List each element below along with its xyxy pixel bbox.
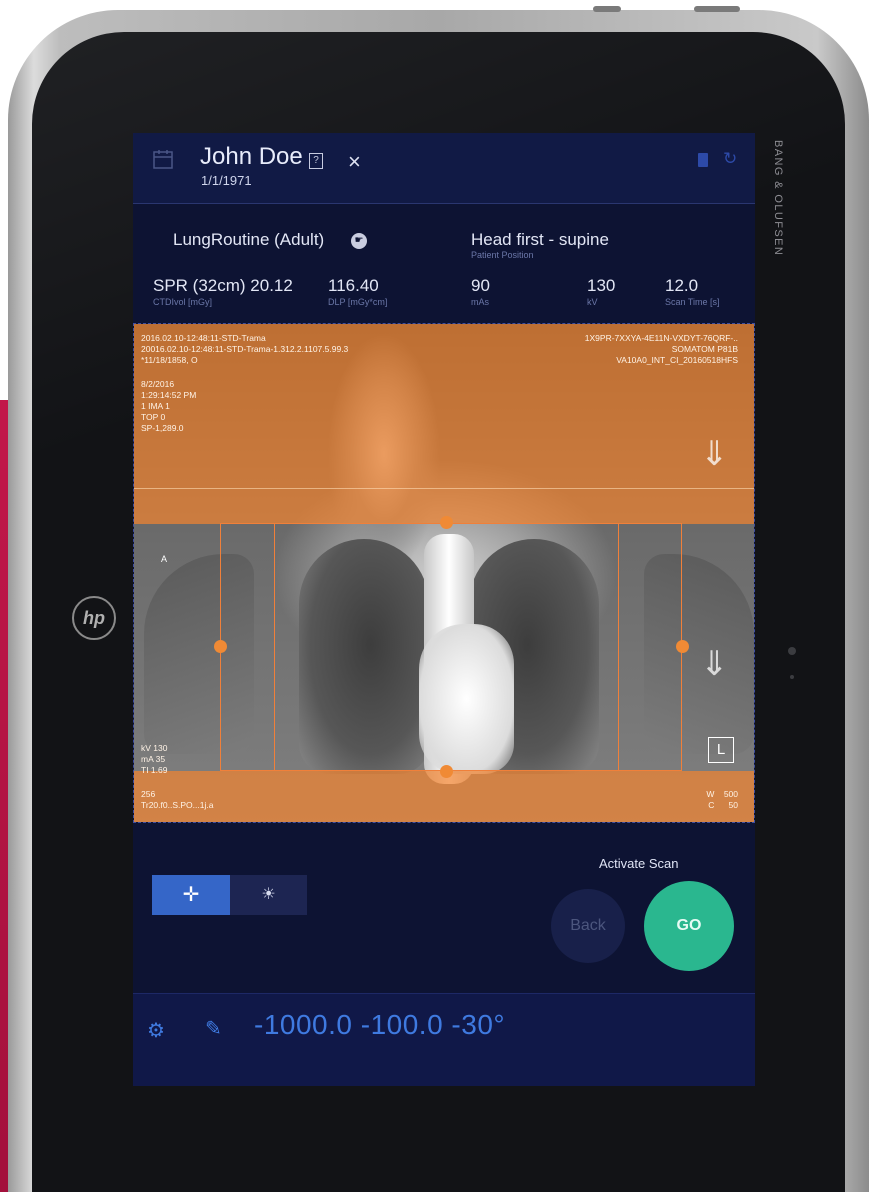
window-level: W 500 C 50	[706, 789, 738, 810]
scroll-down-icon[interactable]: ⇓	[700, 434, 729, 474]
range-handle-top[interactable]	[440, 516, 453, 529]
protocol-name[interactable]: LungRoutine (Adult)	[173, 230, 324, 250]
table-position-bar: ⚙ ✎ -1000.0 -100.0 -30°	[133, 993, 755, 1086]
excluded-region-bottom	[134, 771, 754, 822]
patient-header: John Doe ? × 1/1/1971 ↻	[133, 133, 755, 204]
patient-dob: 1/1/1971	[201, 173, 252, 188]
range-handle-left[interactable]	[214, 640, 227, 653]
refresh-icon[interactable]: ↻	[723, 149, 737, 169]
acquisition-params: kV 130 mA 35 TI 1.69	[141, 743, 168, 775]
param-mas: 90 mAs	[471, 276, 490, 307]
brand-label: BANG & OLUFSEN	[772, 140, 784, 257]
protocol-select-icon[interactable]: ☛	[351, 233, 367, 249]
param-scan-time: 12.0 Scan Time [s]	[665, 276, 720, 307]
table-coordinates: -1000.0 -100.0 -30°	[254, 1009, 506, 1040]
param-ctdivol: SPR (32cm) 20.12 CTDIvol [mGy]	[153, 276, 293, 307]
param-dlp: 116.40 DLP [mGy*cm]	[328, 276, 388, 307]
activate-scan-label: Activate Scan	[599, 856, 679, 871]
power-button	[593, 6, 621, 12]
go-button[interactable]: GO	[644, 881, 734, 971]
scanner-screen: John Doe ? × 1/1/1971 ↻ LungRoutine (Adu…	[133, 133, 755, 1086]
scroll-down-icon[interactable]: ⇓	[700, 644, 729, 684]
patient-position-label: Patient Position	[471, 250, 534, 260]
range-handle-right[interactable]	[676, 640, 689, 653]
light-sensor	[790, 675, 794, 679]
calendar-icon[interactable]	[153, 149, 173, 169]
laser-off-icon[interactable]: ✎	[205, 1016, 222, 1041]
patient-position-value: Head first - supine	[471, 230, 609, 249]
scanner-info: 1X9PR-7XXYA-4E11N-VXDYT-76QRF-.. SOMATOM…	[584, 333, 738, 365]
acquisition-date: 8/2/2016 1:29:14:52 PM 1 IMA 1 TOP 0 SP-…	[141, 379, 197, 433]
series-info: 2016.02.10-12:48:11-STD-Trama 20016.02.1…	[141, 333, 349, 365]
scan-range-inner[interactable]	[274, 523, 619, 771]
param-kv: 130 kV	[587, 276, 616, 307]
bookmark-icon[interactable]	[698, 153, 708, 167]
move-tool-button[interactable]: ✛	[152, 875, 230, 915]
tool-toggle-group: ✛ ☀	[152, 875, 307, 915]
back-button[interactable]: Back	[551, 889, 625, 963]
topogram-viewer[interactable]: ⇓ ⇓ 2016.02.10-12:48:11-STD-Trama 20016.…	[133, 323, 755, 823]
hp-logo: hp	[72, 596, 116, 640]
help-icon[interactable]: ?	[309, 153, 323, 169]
patient-name: John Doe	[200, 143, 303, 170]
volume-button	[694, 6, 740, 12]
slice-info: 256 Tr20.f0..S.PO...1j.a	[141, 789, 214, 810]
gear-icon[interactable]: ⚙	[147, 1018, 165, 1043]
range-handle-bottom[interactable]	[440, 765, 453, 778]
close-icon[interactable]: ×	[348, 149, 361, 175]
side-marker: L	[708, 737, 734, 763]
brightness-tool-button[interactable]: ☀	[230, 875, 307, 915]
camera-sensor	[788, 647, 796, 655]
orientation-label: A	[161, 554, 168, 564]
